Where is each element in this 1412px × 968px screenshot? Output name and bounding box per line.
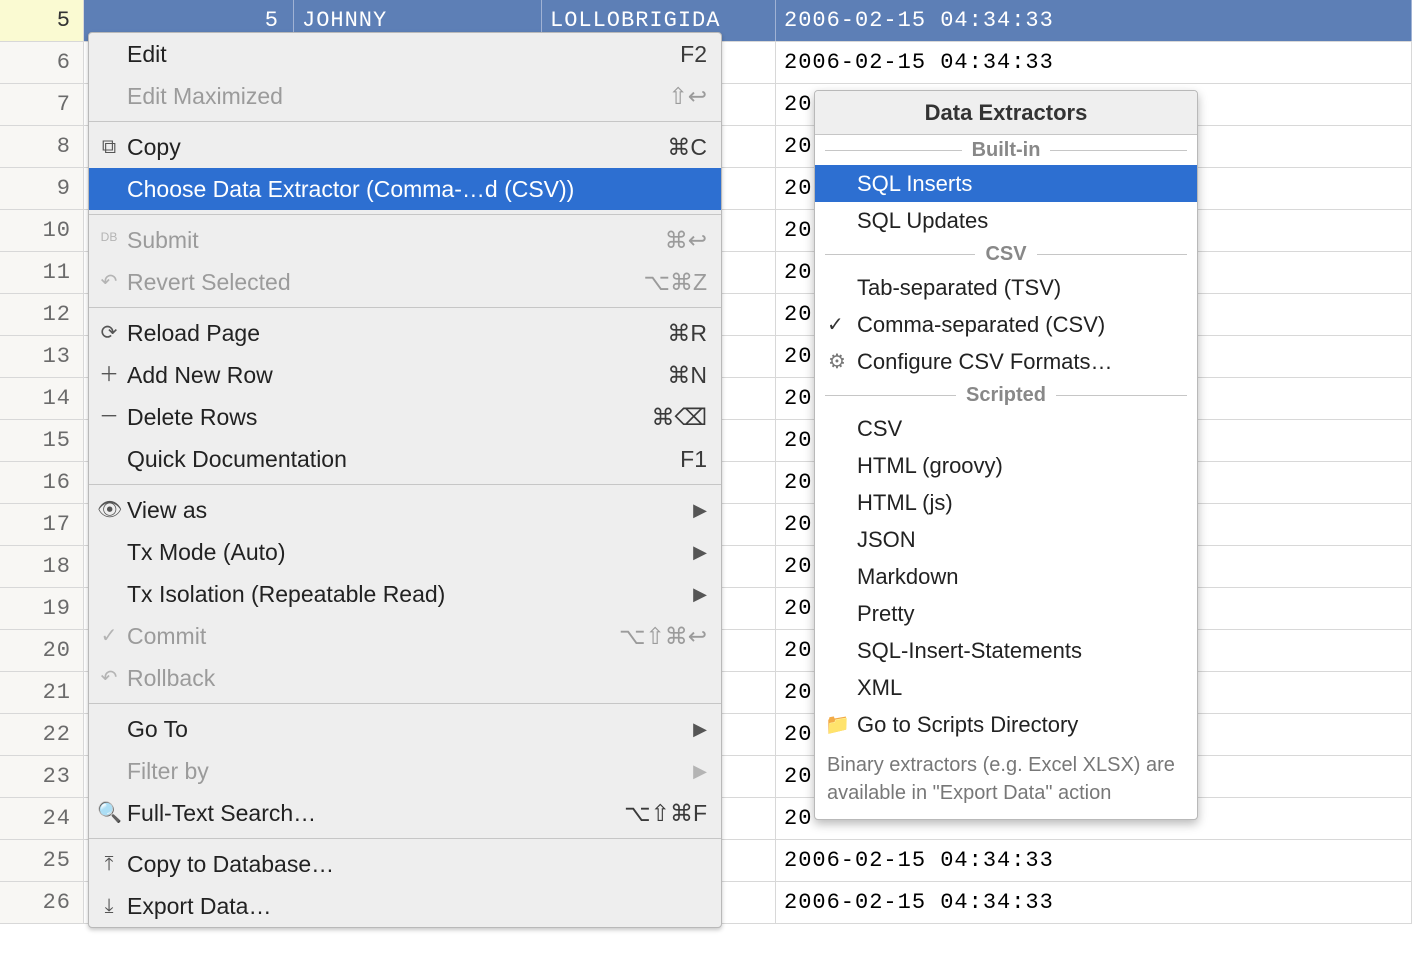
shortcut: ⌥⇧⌘F (612, 800, 707, 827)
row-gutter[interactable]: 26 (0, 882, 84, 923)
row-gutter[interactable]: 15 (0, 420, 84, 461)
row-gutter[interactable]: 18 (0, 546, 84, 587)
shortcut: F2 (668, 41, 707, 68)
menu-edit-max: Edit Maximized⇧↩ (89, 75, 721, 117)
row-gutter[interactable]: 11 (0, 252, 84, 293)
cell-updated[interactable]: 2006-02-15 04:34:33 (776, 42, 1412, 83)
si-csv[interactable]: ✓Comma-separated (CSV) (815, 306, 1197, 343)
shortcut: ⇧↩ (656, 83, 707, 110)
si-pretty[interactable]: Pretty (815, 595, 1197, 632)
settings-icon: ⚙ (825, 349, 849, 374)
search-icon: 🔍 (97, 803, 121, 823)
row-gutter[interactable]: 21 (0, 672, 84, 713)
menu-commit: ✓Commit⌥⇧⌘↩ (89, 615, 721, 657)
menu-copy[interactable]: ⧉Copy⌘C (89, 126, 721, 168)
shortcut: F1 (668, 446, 707, 473)
row-gutter[interactable]: 23 (0, 756, 84, 797)
menu-tx-iso[interactable]: Tx Isolation (Repeatable Read)▶ (89, 573, 721, 615)
check-icon: ✓ (827, 312, 844, 337)
menu-filterby: Filter by▶ (89, 750, 721, 792)
menu-revert: ↶Revert Selected⌥⌘Z (89, 261, 721, 303)
row-gutter[interactable]: 5 (0, 0, 84, 41)
shortcut: ⌘N (655, 362, 707, 389)
minus-icon: － (97, 407, 121, 427)
folder-icon: 📁 (825, 712, 849, 737)
context-menu: EditF2 Edit Maximized⇧↩ ⧉Copy⌘C Choose D… (88, 32, 722, 928)
row-gutter[interactable]: 14 (0, 378, 84, 419)
chevron-right-icon: ▶ (681, 761, 707, 782)
si-configure-csv[interactable]: ⚙Configure CSV Formats… (815, 343, 1197, 380)
cell-updated[interactable]: 2006-02-15 04:34:33 (776, 0, 1412, 41)
group-builtin: Built-in (815, 135, 1197, 165)
shortcut: ⌥⌘Z (631, 269, 707, 296)
shortcut: ⌘↩ (653, 227, 707, 254)
row-gutter[interactable]: 6 (0, 42, 84, 83)
cell-updated[interactable]: 2006-02-15 04:34:33 (776, 882, 1412, 923)
row-gutter[interactable]: 7 (0, 84, 84, 125)
upload-icon: ⤒ (97, 854, 121, 874)
menu-edit[interactable]: EditF2 (89, 33, 721, 75)
si-scripts-dir[interactable]: 📁Go to Scripts Directory (815, 706, 1197, 743)
si-markdown[interactable]: Markdown (815, 558, 1197, 595)
menu-view-as[interactable]: 👁View as▶ (89, 489, 721, 531)
row-gutter[interactable]: 20 (0, 630, 84, 671)
row-gutter[interactable]: 12 (0, 294, 84, 335)
row-gutter[interactable]: 13 (0, 336, 84, 377)
row-gutter[interactable]: 17 (0, 504, 84, 545)
check-icon: ✓ (97, 626, 121, 646)
cell-updated[interactable]: 2006-02-15 04:34:33 (776, 840, 1412, 881)
menu-quickdoc[interactable]: Quick DocumentationF1 (89, 438, 721, 480)
chevron-right-icon: ▶ (681, 584, 707, 605)
plus-icon: ＋ (97, 365, 121, 385)
row-gutter[interactable]: 25 (0, 840, 84, 881)
menu-rollback: ↶Rollback (89, 657, 721, 699)
menu-fts[interactable]: 🔍Full-Text Search…⌥⇧⌘F (89, 792, 721, 834)
menu-copy-db[interactable]: ⤒Copy to Database… (89, 843, 721, 885)
extractor-submenu: Data Extractors Built-in SQL Inserts SQL… (814, 90, 1198, 820)
si-sql-inserts[interactable]: SQL Inserts (815, 165, 1197, 202)
undo-icon: ↶ (97, 668, 121, 688)
si-xml[interactable]: XML (815, 669, 1197, 706)
si-sql-insert-stmts[interactable]: SQL-Insert-Statements (815, 632, 1197, 669)
si-html-groovy[interactable]: HTML (groovy) (815, 447, 1197, 484)
shortcut: ⌘⌫ (639, 404, 707, 431)
si-json[interactable]: JSON (815, 521, 1197, 558)
row-gutter[interactable]: 9 (0, 168, 84, 209)
si-tsv[interactable]: Tab-separated (TSV) (815, 269, 1197, 306)
si-csv-script[interactable]: CSV (815, 410, 1197, 447)
chevron-right-icon: ▶ (681, 542, 707, 563)
row-gutter[interactable]: 22 (0, 714, 84, 755)
si-sql-updates[interactable]: SQL Updates (815, 202, 1197, 239)
menu-delete-rows[interactable]: －Delete Rows⌘⌫ (89, 396, 721, 438)
row-gutter[interactable]: 8 (0, 126, 84, 167)
shortcut: ⌘R (655, 320, 707, 347)
menu-reload[interactable]: ⟳Reload Page⌘R (89, 312, 721, 354)
menu-tx-mode[interactable]: Tx Mode (Auto)▶ (89, 531, 721, 573)
menu-add-row[interactable]: ＋Add New Row⌘N (89, 354, 721, 396)
copy-icon: ⧉ (97, 137, 121, 157)
row-gutter[interactable]: 10 (0, 210, 84, 251)
group-csv: CSV (815, 239, 1197, 269)
shortcut: ⌘C (655, 134, 707, 161)
download-icon: ⤓ (97, 896, 121, 916)
si-html-js[interactable]: HTML (js) (815, 484, 1197, 521)
row-gutter[interactable]: 24 (0, 798, 84, 839)
refresh-icon: ⟳ (97, 323, 121, 343)
chevron-right-icon: ▶ (681, 719, 707, 740)
submenu-title: Data Extractors (815, 91, 1197, 135)
submenu-hint: Binary extractors (e.g. Excel XLSX) are … (815, 743, 1197, 819)
eye-icon: 👁 (97, 500, 121, 520)
db-icon: DB (97, 231, 121, 243)
shortcut: ⌥⇧⌘↩ (607, 623, 707, 650)
row-gutter[interactable]: 19 (0, 588, 84, 629)
undo-icon: ↶ (97, 272, 121, 292)
chevron-right-icon: ▶ (681, 500, 707, 521)
menu-submit: DBSubmit⌘↩ (89, 219, 721, 261)
group-scripted: Scripted (815, 380, 1197, 410)
menu-choose-extractor[interactable]: Choose Data Extractor (Comma-…d (CSV)) (89, 168, 721, 210)
row-gutter[interactable]: 16 (0, 462, 84, 503)
menu-goto[interactable]: Go To▶ (89, 708, 721, 750)
menu-export[interactable]: ⤓Export Data… (89, 885, 721, 927)
